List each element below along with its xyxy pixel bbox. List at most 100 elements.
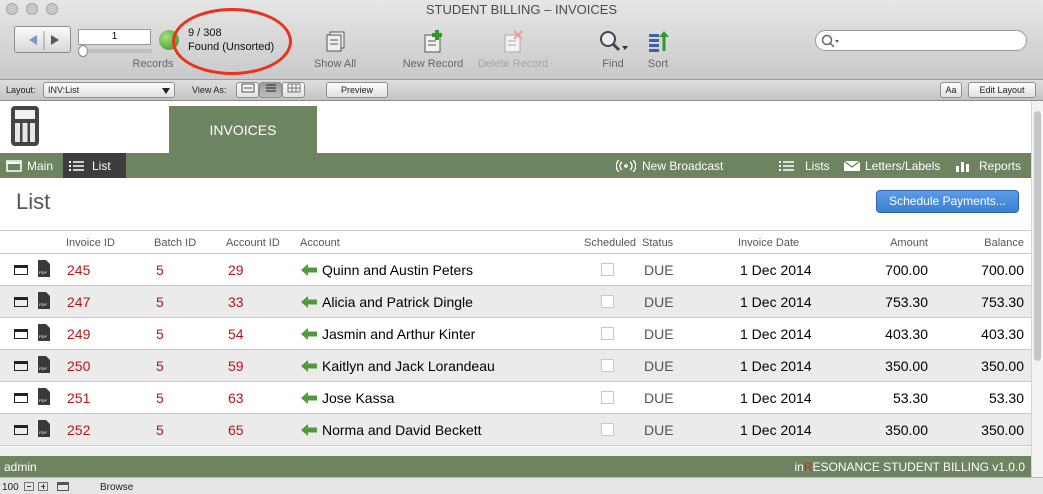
go-to-account-arrow-icon[interactable] bbox=[301, 392, 317, 404]
show-all-label: Show All bbox=[313, 58, 357, 70]
layout-label: Layout: bbox=[6, 85, 36, 95]
scrollbar-thumb[interactable] bbox=[1034, 111, 1041, 361]
scheduled-checkbox[interactable] bbox=[601, 391, 614, 404]
tab-invoices[interactable]: INVOICES bbox=[169, 106, 317, 153]
sort-button[interactable]: Sort bbox=[642, 30, 674, 70]
nav-new-broadcast[interactable]: New Broadcast bbox=[616, 153, 726, 178]
amount: 53.30 bbox=[892, 390, 928, 406]
nav-letters-labels[interactable]: Letters/Labels bbox=[843, 153, 943, 178]
nav-reports[interactable]: Reports bbox=[956, 153, 1026, 178]
status-text: DUE bbox=[644, 358, 674, 374]
record-slider[interactable] bbox=[80, 49, 152, 53]
nav-lists-label: Lists bbox=[805, 159, 830, 173]
balance: 753.30 bbox=[981, 294, 1024, 310]
search-field[interactable] bbox=[815, 30, 1027, 51]
table-row[interactable]: PDF 251 5 63 Jose Kassa DUE 1 Dec 2014 53.30 53.… bbox=[0, 382, 1031, 414]
pdf-icon[interactable]: PDF bbox=[38, 292, 50, 309]
vertical-scrollbar[interactable] bbox=[1031, 101, 1043, 477]
header-balance[interactable]: Balance bbox=[944, 237, 1024, 249]
layout-bar: Layout: INV:List View As: Preview Aa Edi… bbox=[0, 80, 1043, 101]
view-as-list-button[interactable] bbox=[259, 82, 282, 98]
go-to-account-arrow-icon[interactable] bbox=[301, 328, 317, 340]
nav-lists[interactable]: Lists bbox=[779, 153, 831, 178]
preview-button[interactable]: Preview bbox=[326, 82, 388, 98]
go-to-account-arrow-icon[interactable] bbox=[301, 360, 317, 372]
scheduled-checkbox[interactable] bbox=[601, 359, 614, 372]
brand-prefix: in bbox=[794, 460, 804, 474]
record-navigator[interactable] bbox=[14, 26, 71, 53]
balance: 350.00 bbox=[981, 358, 1024, 374]
header-invoice-id[interactable]: Invoice ID bbox=[66, 237, 115, 249]
record-number-field[interactable]: 1 bbox=[78, 29, 151, 45]
go-to-account-arrow-icon[interactable] bbox=[301, 296, 317, 308]
schedule-payments-button[interactable]: Schedule Payments... bbox=[876, 190, 1019, 213]
sort-icon bbox=[649, 31, 669, 52]
scheduled-checkbox[interactable] bbox=[601, 327, 614, 340]
mode-indicator[interactable]: Browse bbox=[100, 482, 133, 493]
status-bar: 100 Browse bbox=[0, 477, 1043, 494]
delete-record-button[interactable]: Delete Record bbox=[474, 30, 552, 70]
pdf-icon[interactable]: PDF bbox=[38, 324, 50, 341]
layout-select[interactable]: INV:List bbox=[43, 82, 175, 98]
invoice-date: 1 Dec 2014 bbox=[740, 326, 812, 342]
batch-id: 5 bbox=[156, 294, 164, 310]
find-button[interactable]: Find bbox=[596, 30, 630, 70]
new-record-icon bbox=[424, 30, 442, 53]
nav-list[interactable]: List bbox=[63, 153, 126, 178]
new-record-button[interactable]: New Record bbox=[400, 30, 466, 70]
svg-text:PDF: PDF bbox=[39, 398, 48, 403]
record-slider-thumb[interactable] bbox=[78, 45, 88, 57]
header-batch-id[interactable]: Batch ID bbox=[154, 237, 196, 249]
header-scheduled[interactable]: Scheduled bbox=[584, 237, 636, 249]
view-record-icon[interactable] bbox=[14, 329, 28, 339]
nav-main[interactable]: Main bbox=[0, 153, 63, 178]
lists-icon bbox=[779, 161, 794, 171]
scheduled-checkbox[interactable] bbox=[601, 295, 614, 308]
highlight-circle bbox=[172, 8, 292, 75]
view-as-table-button[interactable] bbox=[282, 82, 305, 98]
go-to-account-arrow-icon[interactable] bbox=[301, 264, 317, 276]
table-row[interactable]: PDF 250 5 59 Kaitlyn and Jack Lorandeau DUE 1 … bbox=[0, 350, 1031, 382]
view-as-form-button[interactable] bbox=[236, 82, 259, 98]
table-row[interactable]: PDF 249 5 54 Jasmin and Arthur Kinter DUE 1 De… bbox=[0, 318, 1031, 350]
table-row[interactable]: PDF 252 5 65 Norma and David Beckett DUE 1 Dec… bbox=[0, 414, 1031, 446]
view-record-icon[interactable] bbox=[14, 297, 28, 307]
current-user: admin bbox=[4, 460, 37, 474]
view-record-icon[interactable] bbox=[14, 425, 28, 435]
edit-layout-button[interactable]: Edit Layout bbox=[968, 82, 1036, 98]
pdf-icon[interactable]: PDF bbox=[38, 356, 50, 373]
batch-id: 5 bbox=[156, 358, 164, 374]
zoom-level[interactable]: 100 bbox=[2, 482, 19, 493]
scheduled-checkbox[interactable] bbox=[601, 423, 614, 436]
pdf-icon[interactable]: PDF bbox=[38, 420, 50, 437]
search-input[interactable] bbox=[840, 33, 1020, 48]
list-icon bbox=[69, 161, 84, 171]
header-status[interactable]: Status bbox=[642, 237, 673, 249]
go-to-account-arrow-icon[interactable] bbox=[301, 424, 317, 436]
account-name: Jasmin and Arthur Kinter bbox=[322, 326, 476, 342]
status-text: DUE bbox=[644, 294, 674, 310]
view-record-icon[interactable] bbox=[14, 361, 28, 371]
toggle-status-area-button[interactable] bbox=[57, 482, 69, 491]
header-account[interactable]: Account bbox=[300, 237, 340, 249]
pdf-icon[interactable]: PDF bbox=[38, 388, 50, 405]
zoom-in-button[interactable] bbox=[38, 482, 48, 491]
text-format-button[interactable]: Aa bbox=[940, 82, 962, 98]
invoice-id: 252 bbox=[67, 422, 91, 438]
view-record-icon[interactable] bbox=[14, 393, 28, 403]
view-record-icon[interactable] bbox=[14, 265, 28, 275]
table-row[interactable]: PDF 247 5 33 Alicia and Patrick Dingle DUE 1 D… bbox=[0, 286, 1031, 318]
zoom-out-button[interactable] bbox=[24, 482, 34, 491]
scheduled-checkbox[interactable] bbox=[601, 263, 614, 276]
delete-record-label: Delete Record bbox=[477, 58, 549, 70]
table-row[interactable]: PDF 245 5 29 Quinn and Austin Peters DUE 1 Dec… bbox=[0, 254, 1031, 286]
pdf-icon[interactable]: PDF bbox=[38, 260, 50, 277]
header-invoice-date[interactable]: Invoice Date bbox=[738, 237, 799, 249]
header-amount[interactable]: Amount bbox=[848, 237, 928, 249]
batch-id: 5 bbox=[156, 326, 164, 342]
nav-main-label: Main bbox=[27, 159, 54, 173]
header-account-id[interactable]: Account ID bbox=[226, 237, 280, 249]
chevron-down-icon bbox=[162, 88, 170, 94]
calculator-logo-icon bbox=[11, 106, 39, 146]
show-all-button[interactable]: Show All bbox=[308, 30, 362, 70]
